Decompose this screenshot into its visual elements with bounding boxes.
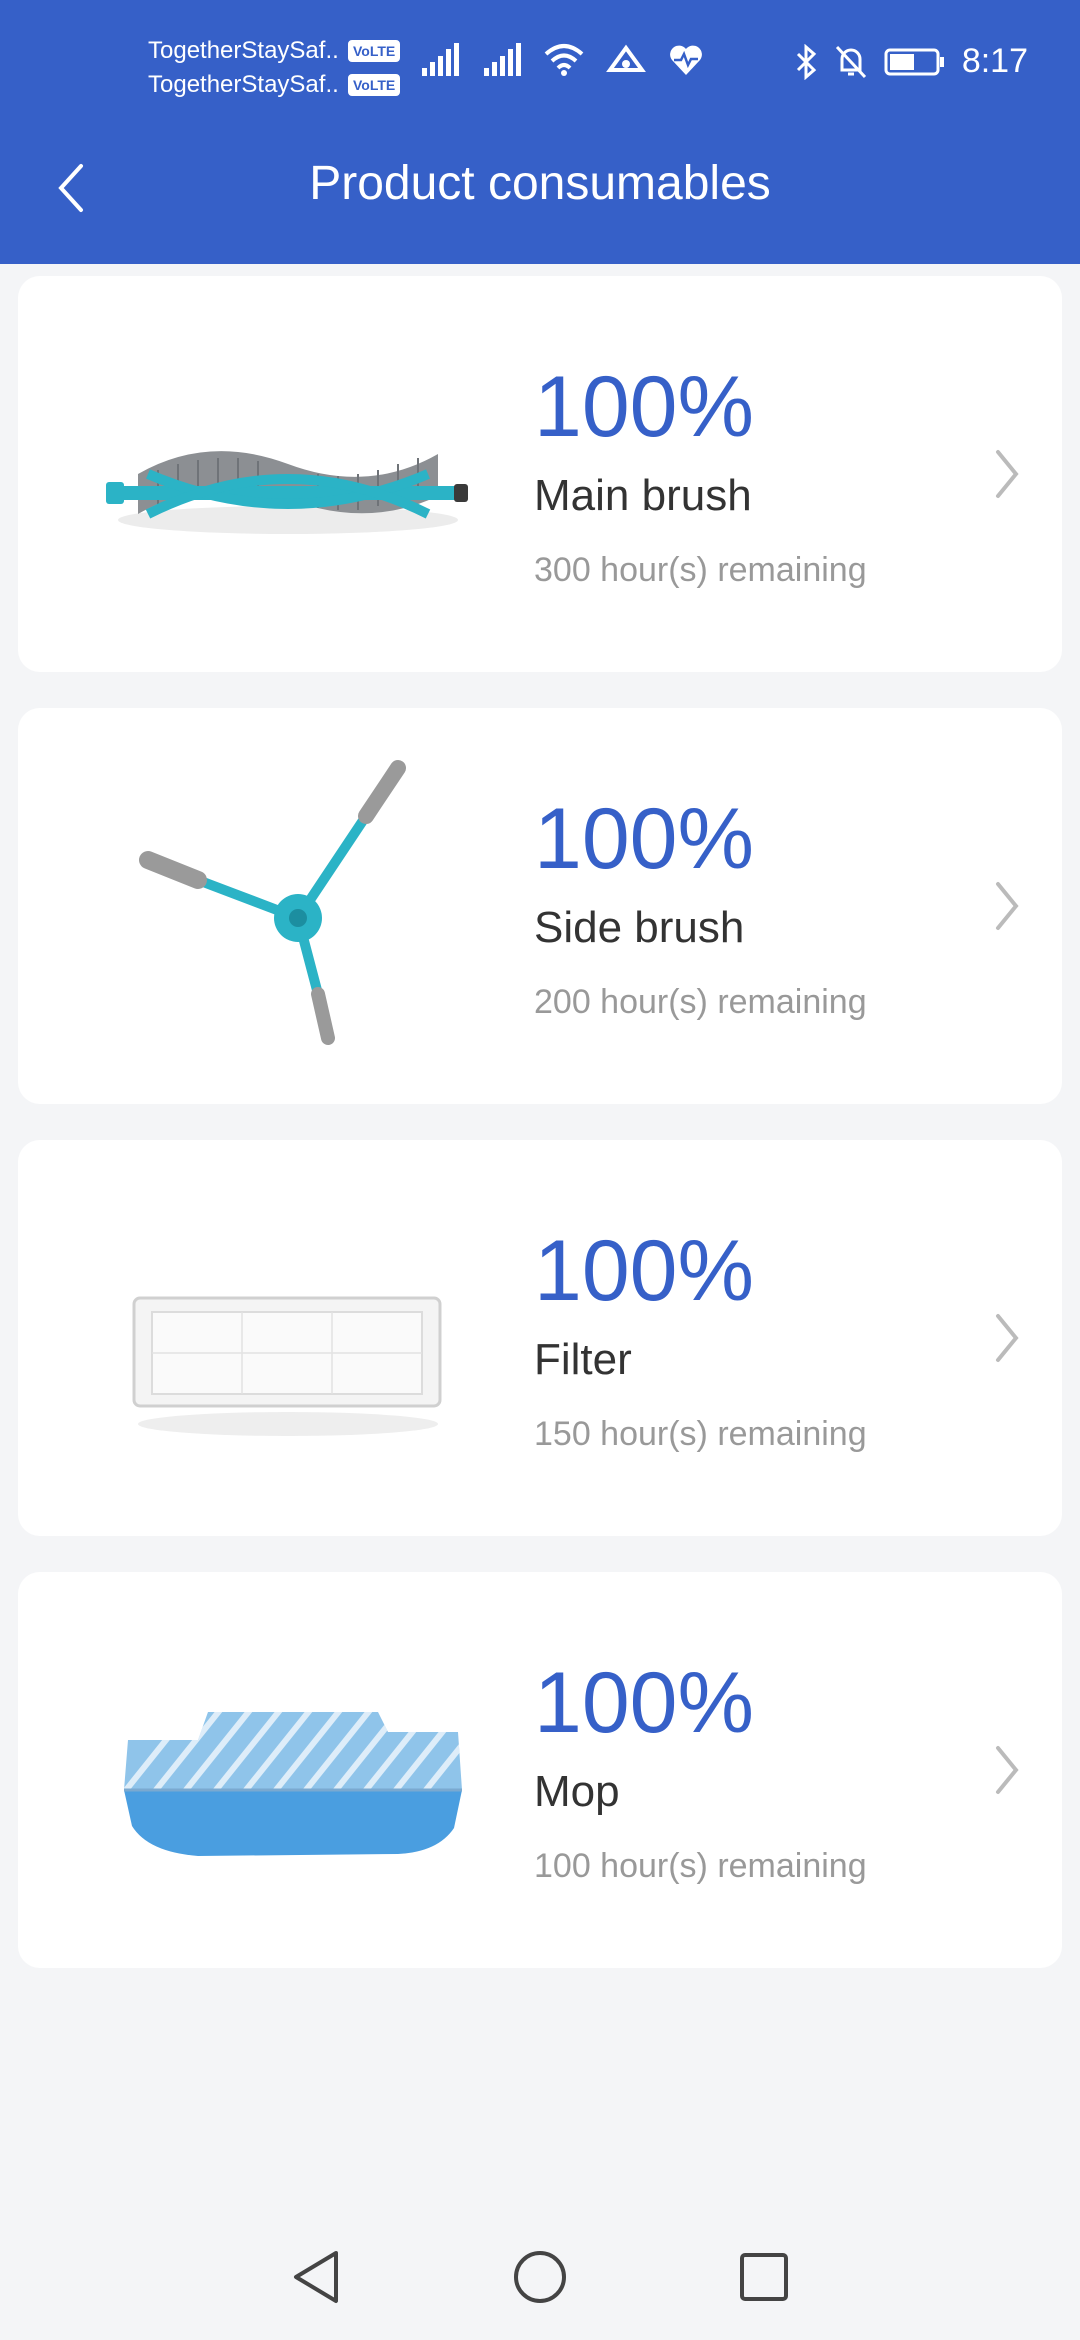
consumable-info: 100% Side brush 200 hour(s) remaining	[534, 794, 867, 1024]
consumable-info: 100% Filter 150 hour(s) remaining	[534, 1226, 867, 1456]
carrier-name-2: TogetherStaySaf...	[148, 71, 338, 98]
system-nav-bar	[0, 2214, 1080, 2340]
nav-home-icon[interactable]	[512, 2249, 568, 2305]
wifi-icon	[544, 44, 584, 76]
main-brush-image	[106, 451, 468, 534]
consumable-card-mop[interactable]: 100% Mop 100 hour(s) remaining	[18, 1572, 1062, 1968]
consumable-name: Main brush	[534, 471, 752, 520]
consumable-card-side-brush[interactable]: 100% Side brush 200 hour(s) remaining	[18, 708, 1062, 1104]
consumable-percent: 100%	[534, 1223, 754, 1319]
battery-icon	[884, 48, 944, 75]
consumable-name: Mop	[534, 1767, 620, 1816]
consumable-card-filter[interactable]: 100% Filter 150 hour(s) remaining	[18, 1140, 1062, 1536]
signal-icon-1	[422, 43, 459, 76]
consumable-percent: 100%	[534, 359, 754, 455]
consumable-info: 100% Main brush 300 hour(s) remaining	[534, 362, 867, 592]
nav-recents-icon[interactable]	[738, 2251, 790, 2303]
filter-image	[132, 1296, 442, 1436]
chevron-right-icon	[996, 1746, 1019, 1794]
bluetooth-icon	[796, 43, 817, 80]
consumable-remaining: 150 hour(s) remaining	[534, 1415, 867, 1453]
volte-badge-2: VoLTE	[348, 74, 401, 96]
mute-bell-icon	[835, 45, 866, 78]
consumable-percent: 100%	[534, 1655, 754, 1751]
nav-back-icon[interactable]	[290, 2249, 342, 2305]
app-header: TogetherStaySaf... VoLTE TogetherStaySaf…	[0, 0, 1080, 264]
hotspot-icon	[606, 44, 646, 72]
page-title: Product consumables	[309, 157, 771, 210]
clock: 8:17	[961, 42, 1028, 80]
status-bar: TogetherStaySaf... VoLTE TogetherStaySaf…	[0, 0, 1080, 130]
mop-image	[124, 1712, 462, 1856]
signal-icon-2	[484, 43, 521, 76]
consumable-remaining: 100 hour(s) remaining	[534, 1847, 867, 1885]
consumables-list: 100% Main brush 300 hour(s) remaining 10…	[18, 276, 1062, 2004]
volte-badge-1: VoLTE	[348, 40, 401, 62]
health-heart-icon	[670, 45, 702, 75]
consumable-remaining: 300 hour(s) remaining	[534, 551, 867, 589]
chevron-right-icon	[996, 882, 1019, 930]
carrier-info: TogetherStaySaf... VoLTE TogetherStaySaf…	[148, 34, 401, 102]
chevron-right-icon	[996, 1314, 1019, 1362]
consumable-percent: 100%	[534, 791, 754, 887]
consumable-info: 100% Mop 100 hour(s) remaining	[534, 1658, 867, 1888]
side-brush-image	[139, 760, 406, 1045]
consumable-card-main-brush[interactable]: 100% Main brush 300 hour(s) remaining	[18, 276, 1062, 672]
consumable-remaining: 200 hour(s) remaining	[534, 983, 867, 1021]
consumable-name: Side brush	[534, 903, 745, 952]
consumable-name: Filter	[534, 1335, 632, 1384]
status-icons-right: 8:17	[794, 42, 1028, 81]
carrier-name-1: TogetherStaySaf...	[148, 37, 338, 64]
chevron-right-icon	[996, 450, 1019, 498]
status-icons-left	[420, 42, 704, 78]
